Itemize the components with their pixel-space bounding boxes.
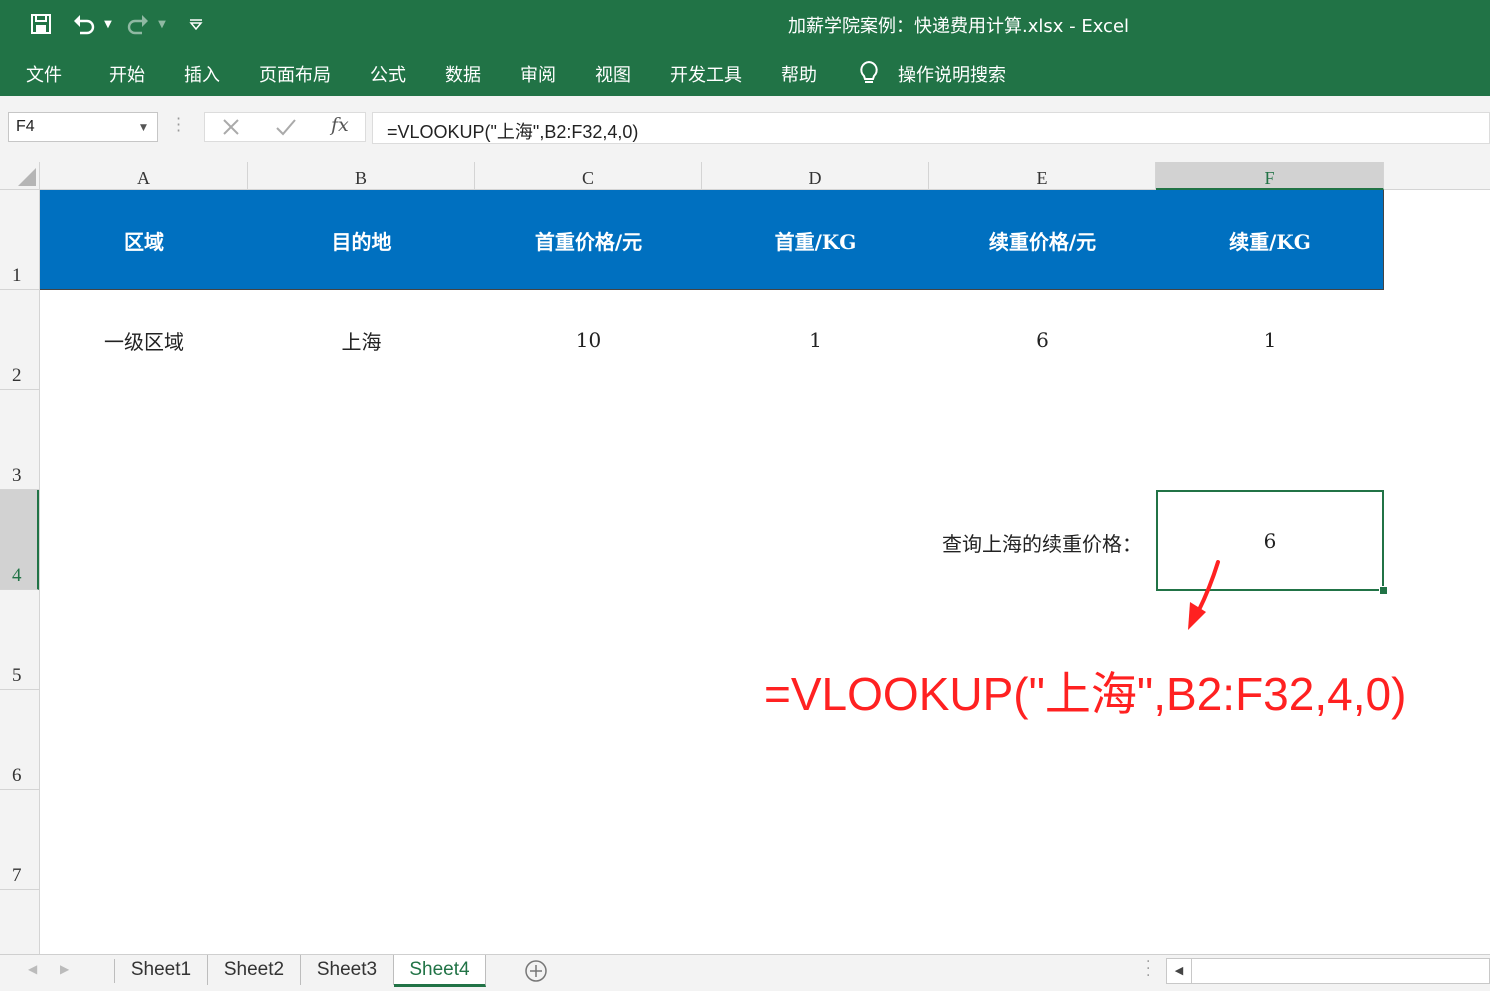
- row-header-6[interactable]: 6: [0, 690, 39, 790]
- cell-d2[interactable]: 1: [702, 290, 929, 390]
- header-cell-extra-weight-price[interactable]: 续重价格/元: [929, 190, 1156, 290]
- column-header-b[interactable]: B: [248, 162, 475, 190]
- tab-data[interactable]: 数据: [445, 61, 481, 87]
- tab-file[interactable]: 文件: [26, 61, 62, 87]
- drag-handle-icon[interactable]: · · ·: [176, 111, 181, 139]
- tab-home[interactable]: 开始: [109, 61, 145, 87]
- column-header-c[interactable]: C: [475, 162, 702, 190]
- fill-handle[interactable]: [1379, 586, 1388, 595]
- column-header-e[interactable]: E: [929, 162, 1156, 190]
- cell-b2[interactable]: 上海: [248, 290, 475, 390]
- row-header-1[interactable]: 1: [0, 190, 39, 290]
- cell-f2[interactable]: 1: [1156, 290, 1384, 390]
- name-box-dropdown-icon[interactable]: ▼: [140, 123, 147, 133]
- header-cell-first-weight-price[interactable]: 首重价格/元: [475, 190, 702, 290]
- row-header-5[interactable]: 5: [0, 590, 39, 690]
- cancel-icon[interactable]: [221, 117, 241, 141]
- annotation-formula-text: =VLOOKUP("上海",B2:F32,4,0): [764, 668, 1407, 720]
- scrollbar-left-arrow-icon[interactable]: ◀: [1167, 959, 1192, 983]
- customize-icon[interactable]: [186, 10, 206, 38]
- save-icon[interactable]: [28, 10, 54, 38]
- header-cell-region[interactable]: 区域: [40, 190, 248, 290]
- undo-dropdown-icon[interactable]: ▼: [100, 10, 116, 38]
- ribbon-tabs: 文件 开始 插入 页面布局 公式 数据 审阅 视图 开发工具 帮助 操作说明搜索: [0, 48, 1490, 96]
- formula-bar: F4 ▼ · · · fx =VLOOKUP("上海",B2:F32,4,0): [0, 96, 1490, 162]
- cell-a2[interactable]: 一级区域: [40, 290, 248, 390]
- tab-page-layout[interactable]: 页面布局: [259, 61, 331, 87]
- sheet-tab-sheet4[interactable]: Sheet4: [394, 955, 486, 987]
- cell-e2[interactable]: 6: [929, 290, 1156, 390]
- sheet-tab-sheet3[interactable]: Sheet3: [301, 955, 394, 985]
- insert-function-icon[interactable]: fx: [331, 114, 349, 136]
- split-handle-icon[interactable]: · · ·: [1146, 955, 1150, 983]
- row-header-3[interactable]: 3: [0, 390, 39, 490]
- row-header-4[interactable]: 4: [0, 490, 39, 590]
- sheet-tab-sheet2[interactable]: Sheet2: [208, 955, 301, 985]
- column-header-d[interactable]: D: [702, 162, 929, 190]
- tab-formulas[interactable]: 公式: [370, 61, 406, 87]
- column-header-f[interactable]: F: [1156, 162, 1384, 190]
- redo-icon[interactable]: [124, 10, 152, 38]
- row-header-7[interactable]: 7: [0, 790, 39, 890]
- header-cell-extra-weight[interactable]: 续重/KG: [1156, 190, 1384, 290]
- undo-icon[interactable]: [70, 10, 98, 38]
- tell-me-search[interactable]: 操作说明搜索: [898, 61, 1006, 87]
- scroll-left-icon[interactable]: ◀: [28, 962, 37, 976]
- redo-dropdown-icon[interactable]: ▼: [154, 10, 170, 38]
- add-sheet-icon[interactable]: [524, 959, 548, 987]
- select-all-button[interactable]: [0, 162, 40, 190]
- row-header-2[interactable]: 2: [0, 290, 39, 390]
- window-title: 加薪学院案例：快递费用计算.xlsx - Excel: [788, 16, 1130, 37]
- name-box[interactable]: F4: [8, 112, 158, 142]
- horizontal-scrollbar[interactable]: ◀: [1166, 958, 1490, 984]
- formula-buttons: fx: [204, 112, 366, 142]
- formula-input[interactable]: =VLOOKUP("上海",B2:F32,4,0): [372, 112, 1490, 144]
- header-cell-destination[interactable]: 目的地: [248, 190, 475, 290]
- tab-review[interactable]: 审阅: [520, 61, 556, 87]
- enter-icon[interactable]: [275, 117, 297, 141]
- tab-insert[interactable]: 插入: [184, 61, 220, 87]
- lightbulb-icon[interactable]: [858, 60, 880, 86]
- column-headers: A B C D E F: [0, 162, 1490, 190]
- tab-help[interactable]: 帮助: [781, 61, 817, 87]
- header-cell-first-weight[interactable]: 首重/KG: [702, 190, 929, 290]
- sheet-tab-bar: ◀ ▶ Sheet1 Sheet2 Sheet3 Sheet4 · · · ◀: [0, 954, 1490, 991]
- column-header-a[interactable]: A: [40, 162, 248, 190]
- title-bar: ▼ ▼ 加薪学院案例：快递费用计算.xlsx - Excel: [0, 0, 1490, 48]
- cell-c2[interactable]: 10: [475, 290, 702, 390]
- row-headers: 1 2 3 4 5 6 7: [0, 190, 40, 954]
- cell-e4-lookup-label[interactable]: 查询上海的续重价格：: [942, 528, 1142, 557]
- scroll-right-icon[interactable]: ▶: [60, 962, 69, 976]
- sheet-tab-sheet1[interactable]: Sheet1: [115, 955, 208, 985]
- worksheet-grid: A B C D E F 1 2 3 4 5 6 7 区域 目的地 首重价格/元 …: [0, 162, 1490, 954]
- tab-developer[interactable]: 开发工具: [670, 61, 742, 87]
- annotation-arrow-icon: [1188, 560, 1220, 630]
- tab-view[interactable]: 视图: [595, 61, 631, 87]
